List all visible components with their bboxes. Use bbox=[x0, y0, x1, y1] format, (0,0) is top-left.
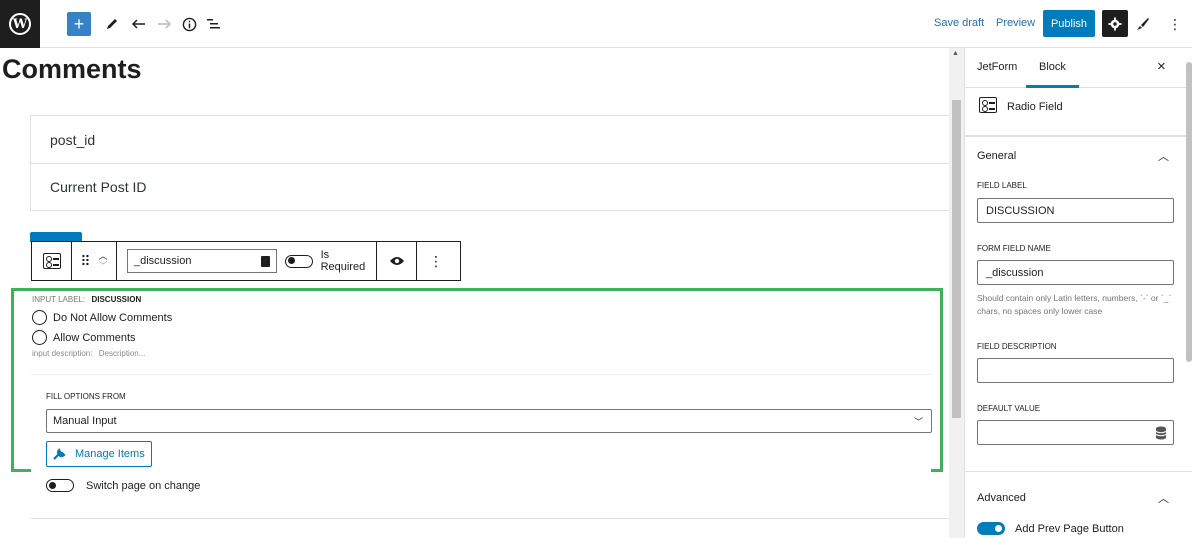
field-label-value: DISCUSSION bbox=[986, 204, 1055, 217]
manage-items-label: Manage Items bbox=[75, 448, 145, 460]
input-description-value[interactable]: Description... bbox=[99, 349, 146, 358]
hidden-field-card[interactable]: post_id Current Post ID bbox=[30, 115, 949, 211]
default-value-title: DEFAULT VALUE bbox=[977, 404, 1041, 413]
switch-page-row: Switch page on change bbox=[46, 479, 200, 492]
divider bbox=[30, 518, 949, 519]
radio-option-label: Do Not Allow Comments bbox=[53, 311, 173, 324]
input-label-value[interactable]: DISCUSSION bbox=[91, 295, 141, 304]
input-description-prefix: input description: bbox=[32, 349, 93, 358]
block-type-button[interactable] bbox=[32, 242, 72, 280]
styles-brush-icon[interactable] bbox=[1133, 12, 1153, 36]
card-row-field-name: post_id bbox=[50, 131, 96, 148]
radio-field-block[interactable]: INPUT LABEL: DISCUSSION Do Not Allow Com… bbox=[11, 288, 943, 472]
preview-button[interactable]: Preview bbox=[996, 17, 1035, 29]
fill-options-select[interactable]: Manual Input ﹀ bbox=[46, 409, 932, 433]
block-mover: ⠿ ︿ ﹀ bbox=[72, 242, 117, 280]
radio-circle[interactable] bbox=[32, 330, 47, 345]
field-name-value: _discussion bbox=[134, 255, 192, 267]
block-toolbar: ⠿ ︿ ﹀ _discussion Is Required ⋮ bbox=[31, 241, 461, 281]
form-field-name-title: FORM FIELD NAME bbox=[977, 244, 1051, 253]
database-icon[interactable] bbox=[1155, 426, 1167, 440]
divider bbox=[965, 136, 1192, 137]
chevron-down-icon: ﹀ bbox=[913, 416, 923, 427]
sidebar-scrollbar-thumb[interactable] bbox=[1186, 62, 1192, 362]
scrollbar-thumb[interactable] bbox=[952, 100, 961, 418]
tab-block[interactable]: Block bbox=[1026, 61, 1079, 88]
sidebar-tabs: JetForm Block × bbox=[965, 48, 1192, 88]
field-description-title: FIELD DESCRIPTION bbox=[977, 342, 1057, 351]
wordpress-logo[interactable]: W bbox=[0, 0, 40, 48]
scroll-up-icon[interactable]: ▲ bbox=[952, 50, 959, 57]
list-view-icon[interactable] bbox=[202, 12, 226, 36]
info-icon[interactable] bbox=[177, 12, 201, 36]
undo-icon[interactable] bbox=[127, 12, 151, 36]
editor-top-bar: W + Save draft Preview Publish ⋮ bbox=[0, 0, 1192, 48]
redo-icon[interactable] bbox=[152, 12, 176, 36]
settings-gear-icon[interactable] bbox=[1102, 10, 1128, 37]
visibility-eye-icon[interactable] bbox=[377, 242, 417, 280]
field-name-help-text: Should contain only Latin letters, numbe… bbox=[977, 293, 1172, 316]
wordpress-icon: W bbox=[9, 13, 31, 35]
wrench-icon bbox=[53, 448, 66, 460]
close-icon[interactable]: × bbox=[1157, 58, 1166, 75]
field-label-title: FIELD LABEL bbox=[977, 181, 1027, 190]
radio-option[interactable]: Allow Comments bbox=[32, 330, 136, 345]
fill-options-panel: FILL OPTIONS FROM Manual Input ﹀ Manage … bbox=[31, 374, 932, 472]
radio-option[interactable]: Do Not Allow Comments bbox=[32, 310, 172, 325]
move-up-icon[interactable]: ︿ bbox=[99, 251, 108, 261]
editor-canvas: Comments post_id Current Post ID ⠿ ︿ ﹀ _… bbox=[0, 48, 949, 538]
options-kebab-icon[interactable]: ⋮ bbox=[1168, 12, 1182, 36]
switch-page-toggle[interactable] bbox=[46, 479, 74, 492]
page-title[interactable]: Comments bbox=[2, 54, 142, 85]
chevron-up-icon[interactable]: ︿ bbox=[1158, 148, 1169, 164]
prev-page-toggle[interactable] bbox=[977, 522, 1005, 535]
block-card: Radio Field bbox=[965, 88, 1192, 136]
radio-circle[interactable] bbox=[32, 310, 47, 325]
add-block-button[interactable]: + bbox=[67, 12, 91, 36]
fill-options-label: FILL OPTIONS FROM bbox=[46, 392, 126, 401]
input-description-row: input description: Description... bbox=[32, 349, 145, 358]
save-draft-button[interactable]: Save draft bbox=[934, 17, 984, 29]
radio-field-icon bbox=[42, 253, 61, 269]
advanced-panel-title[interactable]: Advanced bbox=[977, 492, 1026, 504]
input-label-row: INPUT LABEL: DISCUSSION bbox=[32, 295, 141, 304]
copy-icon[interactable] bbox=[260, 255, 270, 267]
form-field-name-input[interactable]: _discussion bbox=[977, 260, 1174, 285]
switch-page-label: Switch page on change bbox=[86, 479, 201, 492]
manage-items-button[interactable]: Manage Items bbox=[46, 441, 152, 467]
settings-sidebar: JetForm Block × Radio Field General ︿ FI… bbox=[964, 48, 1192, 538]
form-field-name-value: _discussion bbox=[986, 266, 1044, 279]
field-label-input[interactable]: DISCUSSION bbox=[977, 198, 1174, 223]
radio-option-label: Allow Comments bbox=[53, 331, 136, 344]
block-options-kebab-icon[interactable]: ⋮ bbox=[417, 242, 455, 280]
input-label-prefix: INPUT LABEL: bbox=[32, 295, 86, 304]
field-description-input[interactable] bbox=[977, 358, 1174, 383]
tab-jetform[interactable]: JetForm bbox=[977, 61, 1017, 73]
move-down-icon[interactable]: ﹀ bbox=[99, 261, 108, 271]
field-name-input[interactable]: _discussion bbox=[127, 249, 277, 273]
card-row-field-source: Current Post ID bbox=[31, 163, 949, 210]
required-label: Is Required bbox=[320, 249, 366, 273]
block-field-controls: _discussion Is Required bbox=[117, 242, 377, 280]
required-toggle[interactable] bbox=[284, 254, 313, 268]
prev-page-label: Add Prev Page Button bbox=[1015, 522, 1124, 535]
publish-button[interactable]: Publish bbox=[1043, 10, 1095, 37]
fill-options-value: Manual Input bbox=[53, 415, 117, 427]
general-panel-title[interactable]: General bbox=[977, 150, 1016, 162]
radio-field-icon bbox=[979, 97, 997, 113]
prev-page-row: Add Prev Page Button bbox=[977, 522, 1124, 535]
divider bbox=[965, 471, 1192, 472]
drag-handle-icon[interactable]: ⠿ bbox=[80, 253, 90, 270]
pencil-icon[interactable] bbox=[100, 12, 124, 36]
block-card-title: Radio Field bbox=[1007, 101, 1063, 113]
chevron-up-icon[interactable]: ︿ bbox=[1158, 490, 1169, 506]
default-value-input[interactable] bbox=[977, 420, 1174, 445]
canvas-scrollbar[interactable]: ▲ bbox=[949, 48, 964, 538]
